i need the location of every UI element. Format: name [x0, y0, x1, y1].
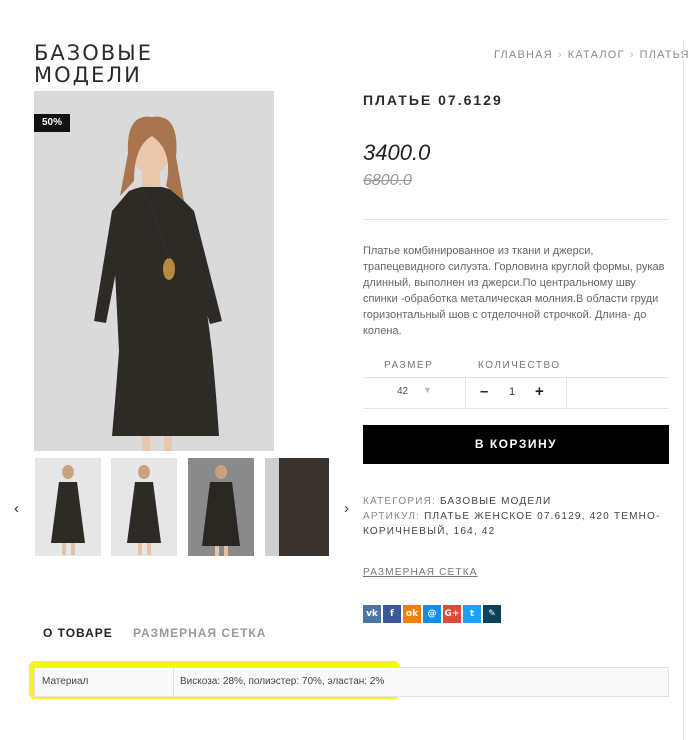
thumbnail-3[interactable]: [188, 458, 254, 556]
thumbnail-strip: [34, 457, 329, 557]
breadcrumb-separator-icon: ›: [557, 49, 563, 61]
options-top-border: [363, 377, 669, 378]
thumbnail-2[interactable]: [111, 458, 177, 556]
thumbnail-image: [111, 458, 177, 556]
sku-value-line2: КОРИЧНЕВЫЙ, 164, 42: [363, 526, 496, 537]
quantity-increase-button[interactable]: +: [535, 383, 544, 400]
sku-label: АРТИКУЛ:: [363, 511, 421, 522]
product-description: Платье комбинированное из ткани и джерси…: [363, 245, 665, 337]
sku-value-line1: ПЛАТЬЕ ЖЕНСКОЕ 07.6129, 420 ТЕМНО-: [424, 511, 661, 522]
category-value[interactable]: БАЗОВЫЕ МОДЕЛИ: [440, 496, 551, 507]
thumbnail-image: [35, 458, 101, 556]
size-chart-link[interactable]: РАЗМЕРНАЯ СЕТКА: [363, 567, 478, 578]
odnoklassniki-icon[interactable]: ok: [403, 605, 421, 623]
twitter-icon[interactable]: t: [463, 605, 481, 623]
options-bottom-border: [363, 408, 669, 409]
breadcrumb-home[interactable]: ГЛАВНАЯ: [494, 49, 553, 61]
breadcrumb-separator-icon: ›: [629, 49, 635, 61]
options-divider: [465, 377, 466, 409]
spec-cell-divider: [173, 668, 174, 696]
spec-key: Материал: [42, 676, 89, 687]
spec-table-row: Материал Вискоза: 28%, полиэстер: 70%, э…: [34, 667, 669, 697]
product-title: ПЛАТЬЕ 07.6129: [363, 92, 503, 108]
size-select[interactable]: 42: [397, 386, 408, 397]
tab-about-product[interactable]: О ТОВАРЕ: [43, 626, 113, 640]
facebook-icon[interactable]: f: [383, 605, 401, 623]
quantity-decrease-button[interactable]: –: [480, 383, 488, 400]
googleplus-icon[interactable]: G+: [443, 605, 461, 623]
thumbnail-1[interactable]: [35, 458, 101, 556]
spec-value: Вискоза: 28%, полиэстер: 70%, эластан: 2…: [180, 676, 385, 687]
price-divider: [363, 219, 669, 220]
mailru-icon[interactable]: @: [423, 605, 441, 623]
product-category: КАТЕГОРИЯ: БАЗОВЫЕ МОДЕЛИ: [363, 494, 683, 509]
quantity-input[interactable]: 1: [509, 386, 515, 398]
chevron-down-icon[interactable]: ▼: [423, 385, 432, 395]
breadcrumb: ГЛАВНАЯ›КАТАЛОГ›ПЛАТЬЯ›С: [494, 49, 693, 61]
category-label: КАТЕГОРИЯ:: [363, 496, 436, 507]
page-title: БАЗОВЫЕ МОДЕЛИ: [34, 42, 153, 86]
page-divider: [683, 40, 684, 740]
thumbnail-image: [265, 458, 329, 556]
thumb-next-arrow-icon[interactable]: ›: [344, 500, 349, 517]
dress-photo-illustration: [34, 91, 274, 451]
quantity-label: КОЛИЧЕСТВО: [478, 360, 561, 371]
breadcrumb-catalog[interactable]: КАТАЛОГ: [568, 49, 625, 61]
options-divider: [566, 377, 567, 409]
page-title-line2: МОДЕЛИ: [34, 63, 142, 87]
vk-icon[interactable]: vk: [363, 605, 381, 623]
tab-size-chart[interactable]: РАЗМЕРНАЯ СЕТКА: [133, 626, 266, 640]
thumbnail-image: [188, 458, 254, 556]
social-share-bar: vk f ok @ G+ t ✎: [363, 605, 501, 623]
product-price: 3400.0: [363, 140, 431, 165]
add-to-cart-button[interactable]: В КОРЗИНУ: [363, 425, 669, 464]
product-main-image[interactable]: [34, 91, 274, 451]
thumb-prev-arrow-icon[interactable]: ‹: [14, 500, 19, 517]
product-sku-continued: КОРИЧНЕВЫЙ, 164, 42: [363, 524, 683, 539]
livejournal-icon[interactable]: ✎: [483, 605, 501, 623]
discount-badge: 50%: [34, 114, 70, 132]
page-title-line1: БАЗОВЫЕ: [34, 41, 153, 65]
product-old-price: 6800.0: [363, 172, 412, 189]
size-label: РАЗМЕР: [384, 360, 434, 371]
thumbnail-4[interactable]: [265, 458, 329, 556]
product-sku: АРТИКУЛ: ПЛАТЬЕ ЖЕНСКОЕ 07.6129, 420 ТЕМ…: [363, 509, 683, 524]
